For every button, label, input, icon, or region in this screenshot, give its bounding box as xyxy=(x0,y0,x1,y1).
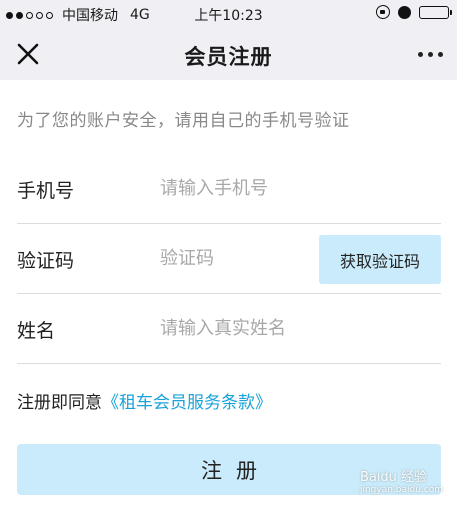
agreement-text: 注册即同意《租车会员服务条款》 xyxy=(17,388,272,413)
rotation-lock-icon xyxy=(376,5,390,19)
code-row: 验证码 获取验证码 xyxy=(17,224,441,294)
terms-link[interactable]: 《租车会员服务条款》 xyxy=(102,393,272,413)
phone-row: 手机号 xyxy=(17,154,441,224)
phone-input[interactable] xyxy=(160,172,430,204)
code-label: 验证码 xyxy=(17,250,75,272)
watermark-url: jingyan.baidu.com xyxy=(359,485,443,495)
get-code-button[interactable]: 获取验证码 xyxy=(319,235,441,284)
phone-label: 手机号 xyxy=(17,180,75,202)
agreement-prefix: 注册即同意 xyxy=(17,393,102,413)
watermark-brand: Baidu 经验 xyxy=(359,470,428,485)
name-input[interactable] xyxy=(160,312,430,344)
code-input[interactable] xyxy=(160,242,320,274)
security-hint: 为了您的账户安全，请用自己的手机号验证 xyxy=(17,111,350,131)
status-icons xyxy=(376,5,452,19)
page-title: 会员注册 xyxy=(184,45,273,69)
status-bar: 中国移动 4G 上午10:23 xyxy=(0,0,457,28)
alarm-icon xyxy=(398,5,411,19)
name-row: 姓名 xyxy=(17,294,441,364)
battery-icon xyxy=(419,5,452,19)
name-label: 姓名 xyxy=(17,320,56,342)
nav-bar: 会员注册 xyxy=(0,28,457,80)
more-icon[interactable] xyxy=(418,52,443,57)
watermark-logo: Baidu 经验 jingyan.baidu.com xyxy=(360,466,443,495)
